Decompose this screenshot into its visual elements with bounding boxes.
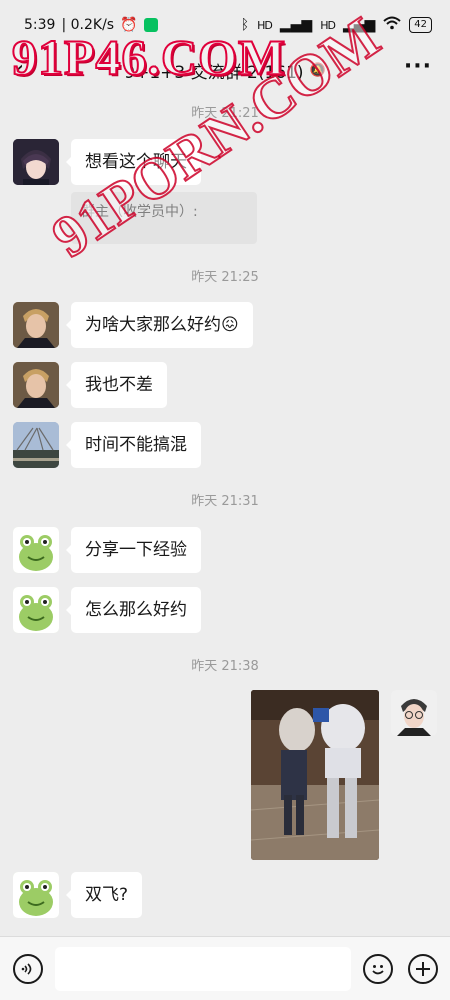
- message-bubble[interactable]: 我也不差: [66, 362, 167, 408]
- input-toolbar: [0, 936, 450, 1000]
- timestamp: 昨天 21:38: [191, 659, 259, 674]
- photo-message[interactable]: [251, 690, 379, 860]
- avatar[interactable]: [13, 872, 59, 918]
- voice-icon[interactable]: [13, 954, 43, 984]
- wifi-icon: [383, 16, 401, 34]
- message-bubble[interactable]: 双飞?: [65, 872, 143, 918]
- avatar[interactable]: [13, 362, 59, 408]
- avatar[interactable]: [13, 139, 59, 185]
- plus-icon[interactable]: [408, 954, 438, 984]
- emoji-icon[interactable]: [363, 954, 393, 984]
- battery-indicator: 42: [409, 17, 432, 33]
- avatar[interactable]: [13, 422, 59, 468]
- avatar-self[interactable]: [391, 690, 437, 736]
- message-input[interactable]: [55, 947, 351, 991]
- avatar[interactable]: [13, 527, 59, 573]
- message-bubble[interactable]: 时间不能搞混: [66, 422, 201, 468]
- message-bubble[interactable]: 为啥大家那么好约😖: [66, 302, 253, 348]
- more-icon[interactable]: ···: [404, 54, 432, 79]
- timestamp: 昨天 21:31: [191, 494, 259, 509]
- avatar[interactable]: [13, 587, 59, 633]
- avatar[interactable]: [13, 302, 59, 348]
- message-bubble[interactable]: 分享一下经验: [66, 527, 201, 573]
- timestamp: 昨天 21:25: [191, 270, 259, 285]
- message-bubble[interactable]: 怎么那么好约: [66, 587, 201, 633]
